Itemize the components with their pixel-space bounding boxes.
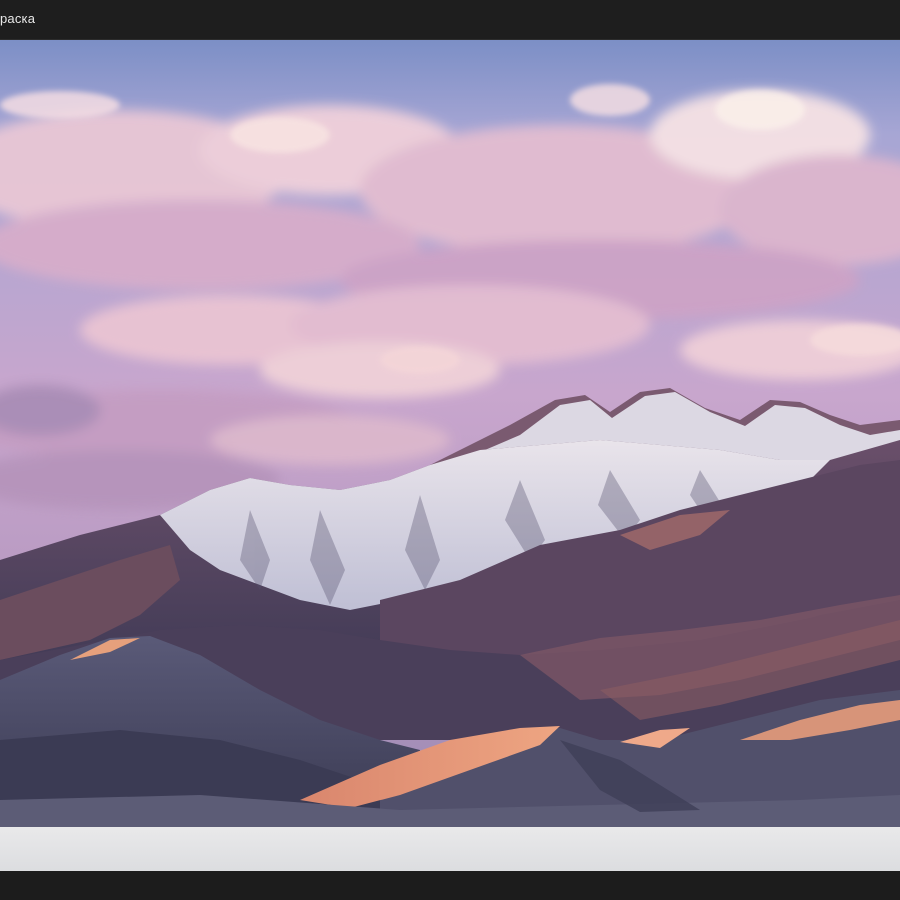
image-viewport[interactable] <box>0 40 900 827</box>
window-title: раска <box>0 11 36 26</box>
image-bottom-strip <box>0 827 900 871</box>
title-bar: раска <box>0 0 900 40</box>
status-bar <box>0 871 900 900</box>
image-viewer-window: раска <box>0 0 900 900</box>
landscape-photo <box>0 40 900 827</box>
